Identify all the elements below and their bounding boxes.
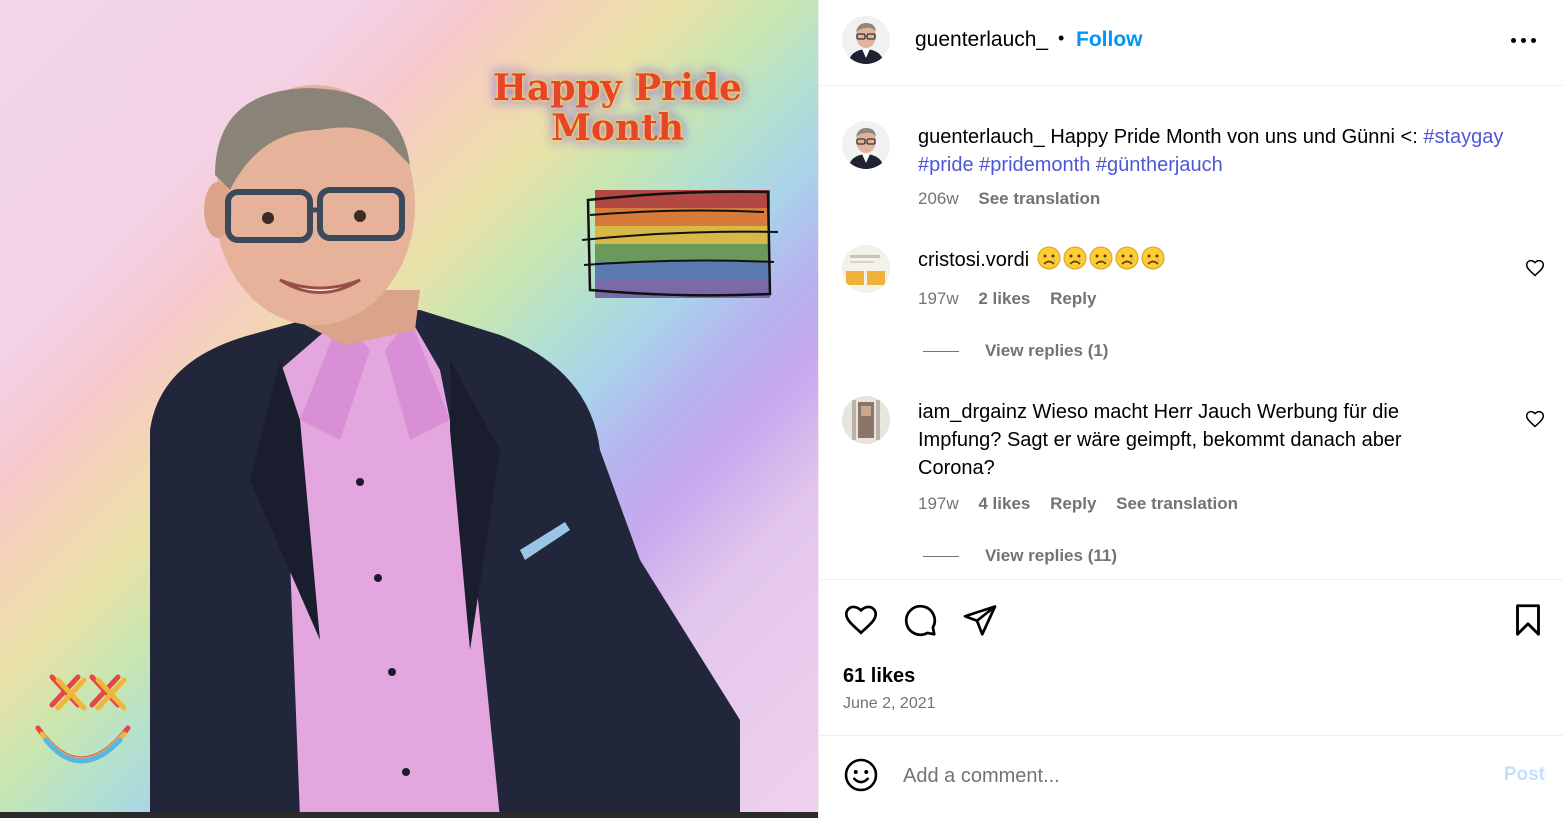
replies-line [923, 556, 959, 558]
author-avatar[interactable] [842, 16, 890, 64]
caption-username[interactable]: guenterlauch_ [918, 126, 1045, 148]
like-heart-icon[interactable] [843, 602, 879, 638]
comment-see-translation[interactable]: See translation [1116, 494, 1238, 513]
comment-likes[interactable]: 4 likes [978, 494, 1030, 513]
comment-reply-button[interactable]: Reply [1050, 289, 1096, 308]
header-separator: • [1058, 28, 1065, 48]
pride-sticker-line2: Month [551, 107, 684, 149]
hashtag-pride[interactable]: #pride [918, 154, 974, 176]
view-replies-button[interactable]: View replies (1) [923, 341, 1108, 361]
comment-like-heart-icon[interactable] [1525, 258, 1545, 278]
comment-text: cristosi.vordi [918, 246, 1548, 274]
comment-age: 197w [918, 289, 959, 308]
comment-text: iam_drgainz Wieso macht Herr Jauch Werbu… [918, 398, 1478, 482]
smiley-doodle [35, 674, 131, 764]
comment-username[interactable]: cristosi.vordi [918, 249, 1029, 271]
comment-bubble-icon[interactable] [902, 602, 938, 638]
follow-button[interactable]: Follow [1076, 28, 1143, 52]
post-date: June 2, 2021 [843, 695, 936, 712]
sad-face-icon [1115, 246, 1139, 270]
comment-username[interactable]: iam_drgainz [918, 401, 1027, 423]
comment-input[interactable] [903, 761, 1463, 791]
post-actions: 61 likes June 2, 2021 [819, 579, 1563, 736]
post-side-panel: guenterlauch_ • Follow guenterlauch_ Hap… [818, 0, 1563, 818]
sad-face-icon [1063, 246, 1087, 270]
comment-like-heart-icon[interactable] [1525, 409, 1545, 429]
caption-author-avatar[interactable] [842, 121, 890, 169]
caption-body: Happy Pride Month von uns und Günni <: [1044, 126, 1424, 148]
view-replies-label[interactable]: View replies (11) [985, 546, 1117, 565]
more-options-icon[interactable] [1509, 30, 1539, 50]
emoji-picker-icon[interactable] [843, 757, 879, 793]
hashtag-pridemonth[interactable]: #pridemonth [979, 154, 1090, 176]
post-image[interactable]: Happy Pride Month [0, 0, 818, 818]
post-comment-button[interactable]: Post [1504, 764, 1545, 786]
view-replies-button[interactable]: View replies (11) [923, 546, 1117, 566]
commenter-avatar[interactable] [842, 245, 890, 293]
caption-age: 206w [918, 189, 959, 208]
hashtag-guentherjauch[interactable]: #güntherjauch [1096, 154, 1223, 176]
sad-face-icon [1141, 246, 1165, 270]
caption-meta: 206w See translation [918, 189, 1115, 209]
post-header: guenterlauch_ • Follow [819, 0, 1563, 86]
comment-meta: 197w 4 likes Reply See translation [918, 494, 1253, 514]
comment-age: 197w [918, 494, 959, 513]
view-replies-label[interactable]: View replies (1) [985, 341, 1108, 360]
crying-emojis [1035, 246, 1165, 271]
pride-sticker-line1: Happy Pride [493, 67, 742, 109]
replies-line [923, 351, 959, 353]
comment-reply-button[interactable]: Reply [1050, 494, 1096, 513]
comment-likes[interactable]: 2 likes [978, 289, 1030, 308]
rainbow-flag-sticker [581, 190, 779, 298]
comment-composer: Post [819, 737, 1563, 813]
caption-see-translation[interactable]: See translation [978, 189, 1100, 208]
author-username[interactable]: guenterlauch_ [915, 28, 1048, 52]
sad-face-icon [1037, 246, 1061, 270]
hashtag-staygay[interactable]: #staygay [1423, 126, 1503, 148]
instagram-post-view: Happy Pride Month guenterlauch_ • Follow… [0, 0, 1563, 818]
likes-count[interactable]: 61 likes [843, 665, 915, 688]
caption-text: guenterlauch_ Happy Pride Month von uns … [918, 123, 1548, 179]
commenter-avatar[interactable] [842, 396, 890, 444]
save-bookmark-icon[interactable] [1510, 602, 1546, 638]
share-send-icon[interactable] [962, 602, 998, 638]
comment-meta: 197w 2 likes Reply [918, 289, 1111, 309]
sad-face-icon [1089, 246, 1113, 270]
pride-sticker-text: Happy Pride Month [490, 68, 745, 148]
